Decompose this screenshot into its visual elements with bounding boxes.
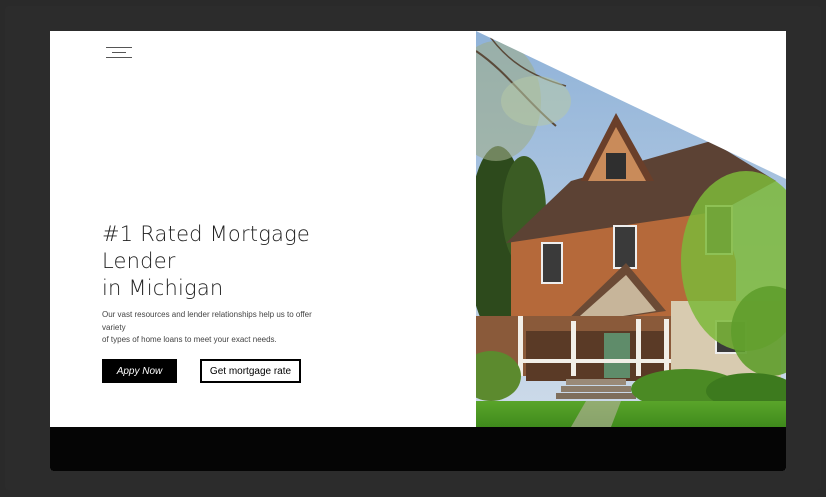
house-photo bbox=[476, 31, 786, 427]
landing-page: #1 Rated Mortgage Lender in Michigan Our… bbox=[50, 31, 786, 471]
browser-frame: #1 Rated Mortgage Lender in Michigan Our… bbox=[5, 6, 821, 490]
hero-description-line: Our vast resources and lender relationsh… bbox=[102, 310, 312, 319]
hamburger-menu-icon[interactable] bbox=[106, 47, 132, 61]
get-mortgage-rate-button[interactable]: Get mortgage rate bbox=[200, 359, 301, 383]
hero-title-line: Lender bbox=[102, 249, 176, 273]
hero-title: #1 Rated Mortgage Lender in Michigan bbox=[102, 221, 362, 302]
hero-description-line: of types of home loans to meet your exac… bbox=[102, 335, 277, 344]
footer-bar bbox=[50, 427, 786, 471]
hero-title-line: #1 Rated Mortgage bbox=[102, 222, 311, 246]
hero-description-line: variety bbox=[102, 322, 126, 332]
apply-now-button[interactable]: Appy Now bbox=[102, 359, 177, 383]
hero-description: Our vast resources and lender relationsh… bbox=[102, 309, 362, 347]
hero-title-line: in Michigan bbox=[102, 276, 224, 300]
